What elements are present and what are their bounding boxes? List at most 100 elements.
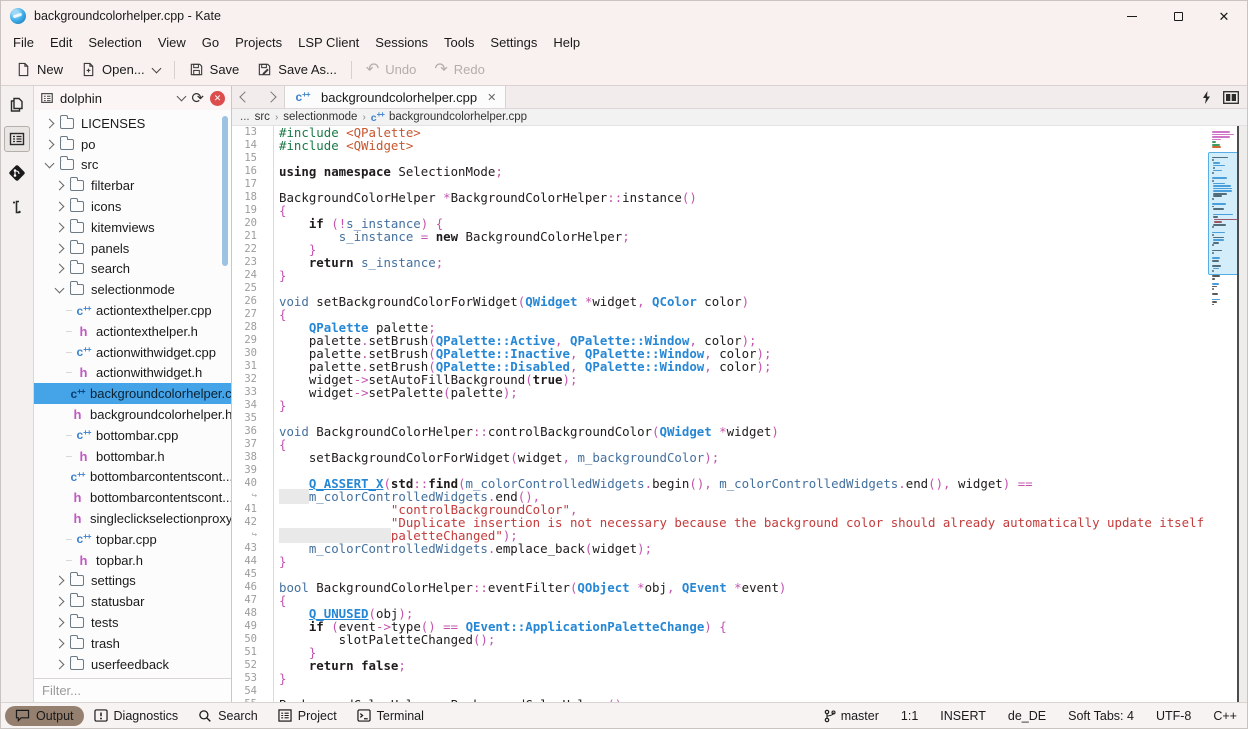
tab-close-icon[interactable]: ✕	[487, 91, 496, 104]
chevron-right-icon[interactable]	[55, 264, 65, 274]
code-line-33[interactable]: 33 widget->setPalette(palette);	[232, 386, 1247, 399]
tree-file-actiontexthelper-h[interactable]: hactiontexthelper.h	[34, 321, 231, 342]
documents-sidebar-button[interactable]	[4, 92, 30, 118]
split-view-icon[interactable]	[1223, 91, 1239, 104]
undo-button[interactable]: ↶ Undo	[357, 57, 425, 83]
breadcrumb-file[interactable]: backgroundcolorhelper.cpp	[389, 111, 527, 123]
nav-back-button[interactable]	[232, 86, 258, 108]
code-line-21[interactable]: 21 s_instance = new BackgroundColorHelpe…	[232, 230, 1247, 243]
chevron-right-icon[interactable]	[55, 202, 65, 212]
project-panel-button[interactable]: Project	[268, 706, 347, 726]
menu-lsp-client[interactable]: LSP Client	[290, 33, 367, 52]
menu-view[interactable]: View	[150, 33, 194, 52]
cursor-position-status[interactable]: 1:1	[901, 709, 918, 723]
git-branch-status[interactable]: master	[824, 709, 879, 723]
tree-folder-search[interactable]: search	[34, 259, 231, 280]
maximize-button[interactable]	[1155, 1, 1201, 31]
chevron-right-icon[interactable]	[55, 659, 65, 669]
breadcrumb-overflow[interactable]: ...	[240, 111, 250, 123]
tree-file-bottombar-cpp[interactable]: c++bottombar.cpp	[34, 425, 231, 446]
code-line-53[interactable]: 53}	[232, 672, 1247, 685]
close-button[interactable]: ✕	[1201, 1, 1247, 31]
tab-backgroundcolorhelper[interactable]: c++ backgroundcolorhelper.cpp ✕	[284, 86, 506, 108]
tree-folder-panels[interactable]: panels	[34, 238, 231, 259]
minimap-viewport[interactable]	[1208, 152, 1239, 275]
redo-button[interactable]: ↷ Redo	[425, 57, 493, 83]
chevron-right-icon[interactable]	[55, 597, 65, 607]
menu-file[interactable]: File	[5, 33, 42, 52]
code-line-18[interactable]: 18BackgroundColorHelper *BackgroundColor…	[232, 191, 1247, 204]
quick-open-bolt-icon[interactable]	[1202, 91, 1211, 104]
menu-edit[interactable]: Edit	[42, 33, 80, 52]
indentation-status[interactable]: Soft Tabs: 4	[1068, 709, 1134, 723]
tree-file-bottombar-h[interactable]: hbottombar.h	[34, 446, 231, 467]
code-line-24[interactable]: 24}	[232, 269, 1247, 282]
project-selector-chevron-icon[interactable]	[177, 92, 187, 102]
chevron-right-icon[interactable]	[55, 181, 65, 191]
tree-file-backgroundcolorhelper-c[interactable]: c++backgroundcolorhelper.c...	[34, 383, 231, 404]
menu-settings[interactable]: Settings	[482, 33, 545, 52]
minimap-scrollbar[interactable]	[1211, 131, 1237, 691]
code-line-38[interactable]: 38 setBackgroundColorForWidget(widget, m…	[232, 451, 1247, 464]
code-line-34[interactable]: 34}	[232, 399, 1247, 412]
chevron-right-icon[interactable]	[55, 222, 65, 232]
tree-scrollbar[interactable]	[222, 116, 228, 266]
chevron-right-icon[interactable]	[55, 618, 65, 628]
code-line-52[interactable]: 52 return false;	[232, 659, 1247, 672]
code-line-16[interactable]: 16using namespace SelectionMode;	[232, 165, 1247, 178]
chevron-down-icon[interactable]	[45, 159, 55, 169]
new-button[interactable]: New	[7, 57, 72, 82]
code-line-36[interactable]: 36void BackgroundColorHelper::controlBac…	[232, 425, 1247, 438]
menu-tools[interactable]: Tools	[436, 33, 482, 52]
tree-folder-kitemviews[interactable]: kitemviews	[34, 217, 231, 238]
tree-folder-src[interactable]: src	[34, 155, 231, 176]
close-project-icon[interactable]: ✕	[210, 91, 225, 106]
refresh-project-icon[interactable]: ⟳	[191, 91, 204, 106]
tree-file-singleclickselectionproxy[interactable]: hsingleclickselectionproxy...	[34, 508, 231, 529]
breadcrumb-selectionmode[interactable]: selectionmode	[283, 111, 357, 123]
projects-sidebar-button[interactable]	[4, 126, 30, 152]
tree-folder-userfeedback[interactable]: userfeedback	[34, 654, 231, 675]
git-sidebar-button[interactable]	[4, 160, 30, 186]
minimize-button[interactable]	[1109, 1, 1155, 31]
tree-folder-filterbar[interactable]: filterbar	[34, 175, 231, 196]
output-panel-button[interactable]: Output	[5, 706, 84, 726]
chevron-right-icon[interactable]	[45, 118, 55, 128]
chevron-right-icon[interactable]	[45, 139, 55, 149]
code-line-50[interactable]: 50 slotPaletteChanged();	[232, 633, 1247, 646]
tree-file-bottombarcontentscont[interactable]: c++bottombarcontentscont...	[34, 467, 231, 488]
menu-projects[interactable]: Projects	[227, 33, 290, 52]
filter-input[interactable]: Filter...	[34, 678, 231, 702]
menu-help[interactable]: Help	[545, 33, 588, 52]
menu-sessions[interactable]: Sessions	[367, 33, 436, 52]
menu-selection[interactable]: Selection	[80, 33, 149, 52]
language-status[interactable]: C++	[1213, 709, 1237, 723]
chevron-down-icon[interactable]	[55, 283, 65, 293]
search-panel-button[interactable]: Search	[188, 706, 268, 726]
nav-forward-button[interactable]	[258, 86, 284, 108]
encoding-status[interactable]: UTF-8	[1156, 709, 1191, 723]
tree-file-actionwithwidget-h[interactable]: hactionwithwidget.h	[34, 363, 231, 384]
tree-folder-tests[interactable]: tests	[34, 612, 231, 633]
chevron-right-icon[interactable]	[55, 638, 65, 648]
tree-file-bottombarcontentscont[interactable]: hbottombarcontentscont...	[34, 487, 231, 508]
code-line-46[interactable]: 46bool BackgroundColorHelper::eventFilte…	[232, 581, 1247, 594]
code-editor[interactable]: 13#include <QPalette>14#include <QWidget…	[232, 126, 1247, 702]
save-as-button[interactable]: Save As...	[248, 57, 346, 82]
tree-file-topbar-cpp[interactable]: c++topbar.cpp	[34, 529, 231, 550]
tree-folder-po[interactable]: po	[34, 134, 231, 155]
dictionary-status[interactable]: de_DE	[1008, 709, 1046, 723]
terminal-panel-button[interactable]: Terminal	[347, 706, 434, 726]
tree-folder-statusbar[interactable]: statusbar	[34, 591, 231, 612]
lsp-symbols-sidebar-button[interactable]	[4, 194, 30, 220]
code-line-44[interactable]: 44}	[232, 555, 1247, 568]
diagnostics-panel-button[interactable]: Diagnostics	[84, 706, 189, 726]
code-line-43[interactable]: 43 m_colorControlledWidgets.emplace_back…	[232, 542, 1247, 555]
input-mode-status[interactable]: INSERT	[940, 709, 986, 723]
save-button[interactable]: Save	[180, 57, 249, 82]
tree-file-actionwithwidget-cpp[interactable]: c++actionwithwidget.cpp	[34, 342, 231, 363]
tree-folder-settings[interactable]: settings	[34, 571, 231, 592]
chevron-right-icon[interactable]	[55, 243, 65, 253]
menu-go[interactable]: Go	[194, 33, 227, 52]
tree-file-topbar-h[interactable]: htopbar.h	[34, 550, 231, 571]
